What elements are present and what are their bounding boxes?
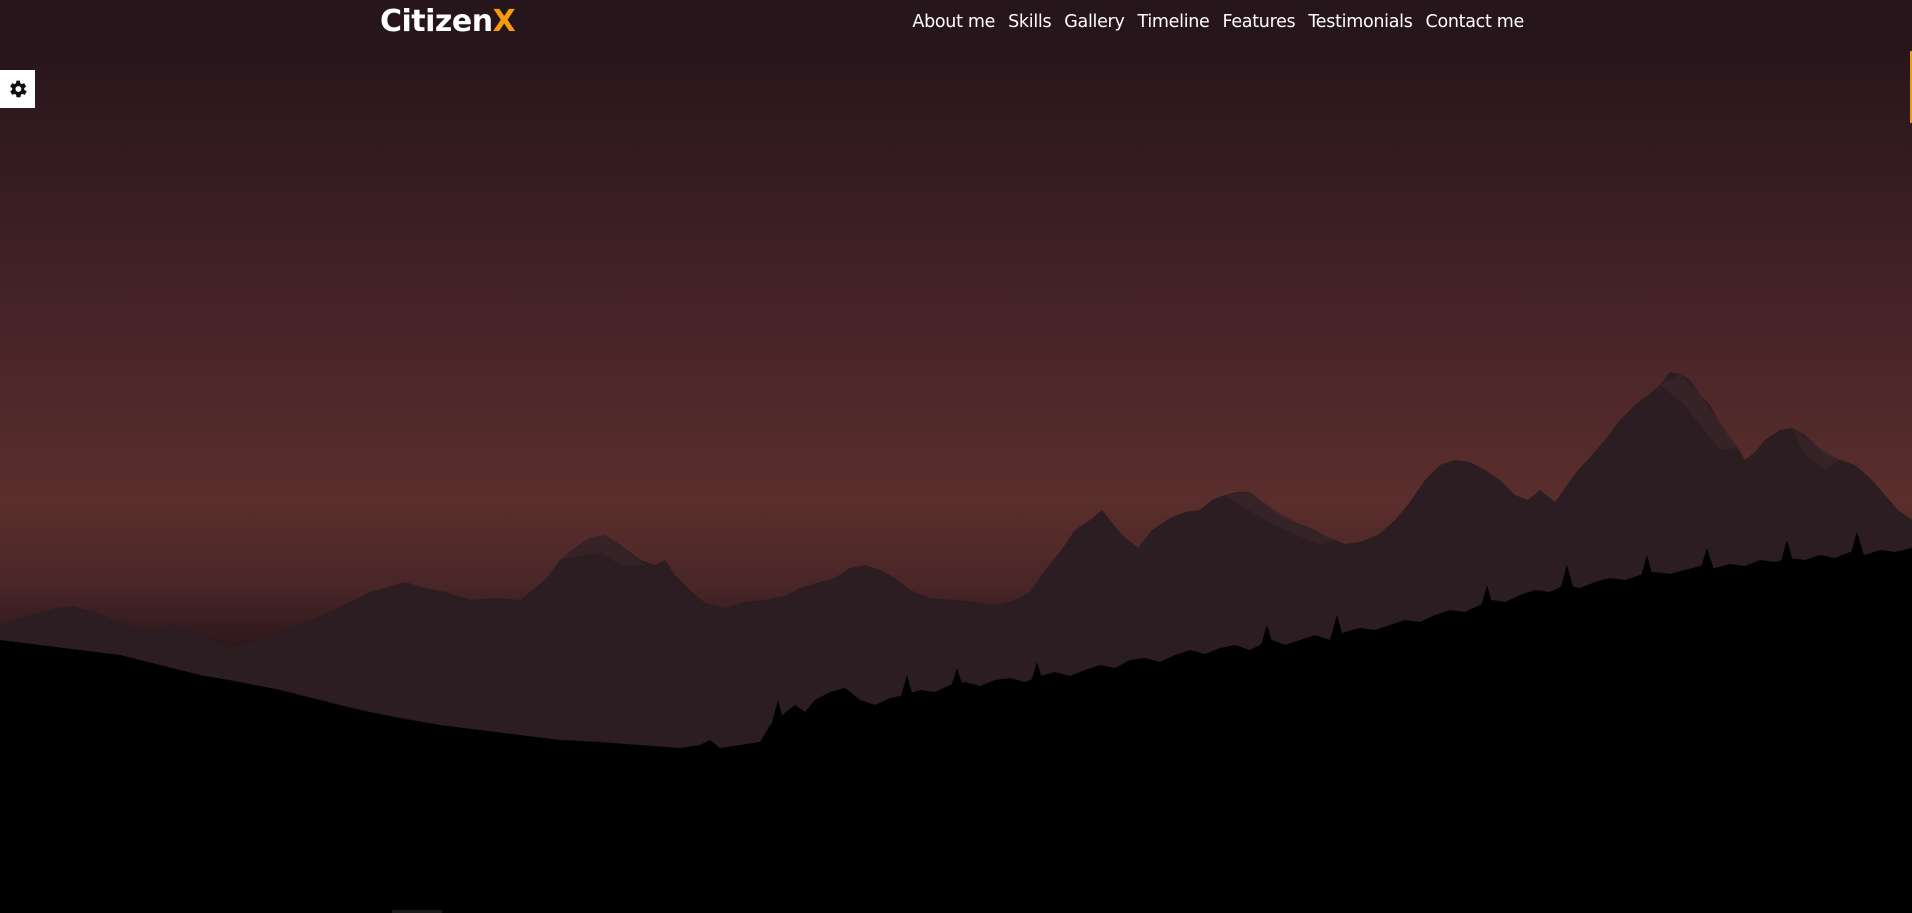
nav-link-testimonials[interactable]: Testimonials — [1308, 12, 1412, 32]
nav-link-contact-me[interactable]: Contact me — [1426, 12, 1525, 32]
nav-link-about-me[interactable]: About me — [912, 12, 995, 32]
top-navbar: CitizenX About me Skills Gallery Timelin… — [0, 0, 1912, 51]
brand-logo[interactable]: CitizenX — [380, 3, 516, 41]
brand-name-accent: X — [492, 4, 516, 39]
nav-link-timeline[interactable]: Timeline — [1138, 12, 1210, 32]
nav-link-skills[interactable]: Skills — [1008, 12, 1051, 32]
mountain-landscape-image — [0, 372, 1912, 913]
settings-toggle-button[interactable] — [0, 70, 35, 108]
page: CitizenX About me Skills Gallery Timelin… — [0, 0, 1912, 913]
main-nav: About me Skills Gallery Timeline Feature… — [912, 0, 1524, 43]
nav-link-gallery[interactable]: Gallery — [1064, 12, 1125, 32]
hero-section — [0, 0, 1912, 913]
nav-link-features[interactable]: Features — [1223, 12, 1296, 32]
brand-name: Citizen — [380, 4, 493, 39]
gear-icon — [9, 80, 27, 98]
